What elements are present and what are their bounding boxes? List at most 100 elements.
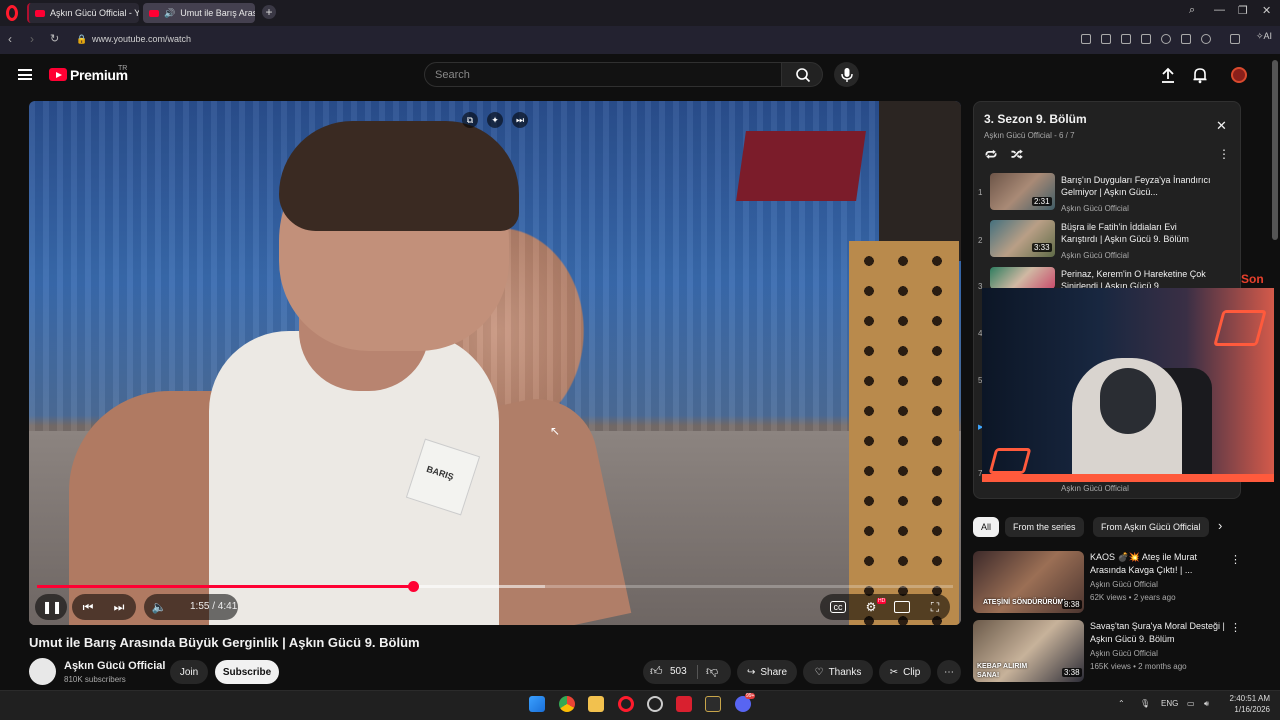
dislike-icon[interactable]: 👎︎ bbox=[706, 664, 718, 679]
playlist-item-duration: 2:31 bbox=[1032, 197, 1052, 206]
progress-scrubber[interactable] bbox=[407, 581, 419, 592]
like-count[interactable]: 503 bbox=[670, 666, 687, 677]
voice-search-button[interactable] bbox=[834, 62, 859, 87]
recommendation-title[interactable]: KAOS 💣💥 Ateş ile Murat Arasında Kavga Çı… bbox=[1090, 551, 1230, 577]
camera-icon[interactable] bbox=[1101, 34, 1111, 44]
playlist-item-thumbnail[interactable] bbox=[990, 267, 1055, 289]
search-input[interactable] bbox=[424, 62, 782, 87]
shuffle-icon[interactable]: 🔀︎ bbox=[1011, 147, 1023, 164]
heart-icon[interactable] bbox=[1161, 34, 1171, 44]
opera-taskbar-icon[interactable] bbox=[618, 696, 634, 712]
search-button[interactable] bbox=[781, 62, 823, 87]
fullscreen-icon[interactable]: ⛶ bbox=[926, 598, 944, 616]
chrome-icon[interactable] bbox=[559, 696, 575, 712]
close-window-button[interactable]: ✕ bbox=[1262, 4, 1271, 17]
minimize-button[interactable]: — bbox=[1214, 4, 1225, 16]
page-scrollbar[interactable] bbox=[1272, 60, 1278, 240]
tray-network-icon[interactable]: ▭ bbox=[1187, 699, 1195, 708]
back-button[interactable]: ‹ bbox=[8, 32, 12, 46]
account-avatar[interactable] bbox=[1231, 67, 1247, 83]
clip-label: Clip bbox=[903, 666, 921, 678]
windows-start-icon[interactable] bbox=[529, 696, 545, 712]
previous-icon[interactable]: ⏮ bbox=[79, 598, 97, 616]
menu-icon[interactable] bbox=[18, 69, 32, 80]
chip-from-channel[interactable]: From Aşkın Gücü Official bbox=[1093, 517, 1209, 537]
forward-button[interactable]: › bbox=[30, 32, 34, 46]
profile-icon[interactable] bbox=[1201, 34, 1211, 44]
mouse-cursor-icon: ↖ bbox=[550, 424, 561, 438]
thumbnail-caption: KEBAP ALIRIM SANA! bbox=[977, 663, 1028, 679]
like-icon[interactable]: 👍︎ bbox=[650, 664, 663, 679]
share-button[interactable]: ↪ Share bbox=[737, 660, 797, 684]
chip-all[interactable]: All bbox=[973, 517, 1000, 537]
recommendation-more-icon[interactable]: ⋮ bbox=[1230, 553, 1241, 566]
reload-button[interactable]: ↻ bbox=[50, 32, 59, 45]
recommendation-more-icon[interactable]: ⋮ bbox=[1230, 621, 1241, 634]
join-button[interactable]: Join bbox=[170, 660, 208, 684]
ai-button[interactable]: ✧AI bbox=[1256, 31, 1272, 42]
file-explorer-icon[interactable] bbox=[588, 696, 604, 712]
autoplay-icon[interactable]: ⏭ bbox=[512, 112, 528, 128]
close-playlist-icon[interactable]: ✕ bbox=[1216, 118, 1227, 134]
ask-icon[interactable]: ✦ bbox=[487, 112, 503, 128]
upload-icon[interactable] bbox=[1159, 66, 1177, 84]
video-hair bbox=[279, 121, 519, 231]
recommendation-channel[interactable]: Aşkın Gücü Official bbox=[1090, 649, 1158, 658]
video-jacket bbox=[879, 101, 961, 261]
theater-mode-icon[interactable] bbox=[894, 601, 910, 613]
clock-date: 1/16/2026 bbox=[1234, 705, 1270, 714]
subscribe-button[interactable]: Subscribe bbox=[215, 660, 279, 684]
play-icon[interactable] bbox=[1141, 34, 1151, 44]
shield-icon[interactable] bbox=[1121, 34, 1131, 44]
playlist-subtitle: Aşkın Gücü Official - 6 / 7 bbox=[984, 131, 1075, 140]
opera-logo-icon[interactable] bbox=[6, 5, 18, 21]
taskbar-clock[interactable]: 2:40:51 AM 1/16/2026 bbox=[1226, 693, 1270, 715]
loop-icon[interactable]: 🔁︎ bbox=[985, 147, 997, 164]
playlist-menu-icon[interactable]: ⋮ bbox=[1218, 147, 1230, 161]
thumbnail-caption: ATEŞİNİ SÖNDÜRÜRÜM! bbox=[983, 599, 1066, 606]
tab-search-icon[interactable]: ⌕ bbox=[1189, 4, 1195, 17]
clip-button[interactable]: ✂ Clip bbox=[879, 660, 931, 684]
volume-icon[interactable]: 🔈 bbox=[150, 598, 168, 616]
recommendation-channel[interactable]: Aşkın Gücü Official bbox=[1090, 580, 1158, 589]
progress-bar[interactable] bbox=[37, 581, 953, 592]
browser-tab-video[interactable]: 🔊 Umut ile Barış Arasında bbox=[143, 3, 255, 23]
browser-tab-channel[interactable]: Aşkın Gücü Official - YouT bbox=[27, 3, 139, 23]
language-indicator[interactable]: ENG bbox=[1161, 699, 1178, 708]
thanks-button[interactable]: ♡ Thanks bbox=[803, 660, 873, 684]
maximize-button[interactable]: ❐ bbox=[1238, 4, 1248, 17]
channel-name[interactable]: Aşkın Gücü Official bbox=[64, 660, 165, 672]
recommendation-title[interactable]: Savaş'tan Şura'ya Moral Desteği | Aşkın … bbox=[1090, 620, 1230, 646]
youtube-logo-icon[interactable] bbox=[49, 68, 67, 81]
channel-avatar[interactable] bbox=[29, 658, 56, 685]
obs-icon[interactable] bbox=[647, 696, 663, 712]
video-player[interactable]: BARIŞ bbox=[29, 101, 961, 625]
tray-mic-icon[interactable]: 🎙︎ bbox=[1140, 699, 1150, 708]
new-tab-button[interactable]: + bbox=[262, 5, 276, 19]
chevron-right-icon[interactable]: › bbox=[1218, 518, 1222, 533]
playlist-item-title[interactable]: Barış'ın Duyguları Feyza'ya İnandırıcı G… bbox=[1061, 174, 1211, 198]
url-field[interactable]: www.youtube.com/watch bbox=[92, 34, 191, 44]
microphone-icon bbox=[840, 67, 853, 82]
notifications-bell-icon[interactable] bbox=[1191, 66, 1209, 84]
playlist-title[interactable]: 3. Sezon 9. Bölüm bbox=[984, 112, 1087, 126]
playlist-item-title[interactable]: Büşra ile Fatih'in İddiaları Evi Karıştı… bbox=[1061, 221, 1211, 245]
next-icon[interactable]: ⏭ bbox=[110, 598, 128, 616]
chip-from-series[interactable]: From the series bbox=[1005, 517, 1084, 537]
list-icon[interactable] bbox=[1181, 34, 1191, 44]
extension-icon[interactable] bbox=[1230, 34, 1240, 44]
app-red-icon[interactable] bbox=[676, 696, 692, 712]
playlist-item-number: 1 bbox=[978, 188, 983, 197]
edit-icon[interactable] bbox=[1081, 34, 1091, 44]
more-actions-button[interactable]: ⋯ bbox=[937, 660, 961, 684]
tray-volume-icon[interactable]: 🔊︎ bbox=[1204, 699, 1209, 709]
captions-icon[interactable]: cc bbox=[830, 601, 846, 613]
tab-label: Aşkın Gücü Official - YouT bbox=[50, 8, 139, 18]
youtube-favicon-icon bbox=[149, 9, 159, 17]
playlist-item-channel: Aşkın Gücü Official bbox=[1061, 484, 1129, 493]
webcam-accent-bar bbox=[982, 474, 1274, 482]
miniplayer-icon[interactable]: ⧉ bbox=[462, 112, 478, 128]
pause-icon[interactable]: ❚❚ bbox=[42, 598, 62, 616]
app-gold-icon[interactable] bbox=[705, 696, 721, 712]
tray-chevron-icon[interactable]: ⌃ bbox=[1118, 699, 1125, 708]
